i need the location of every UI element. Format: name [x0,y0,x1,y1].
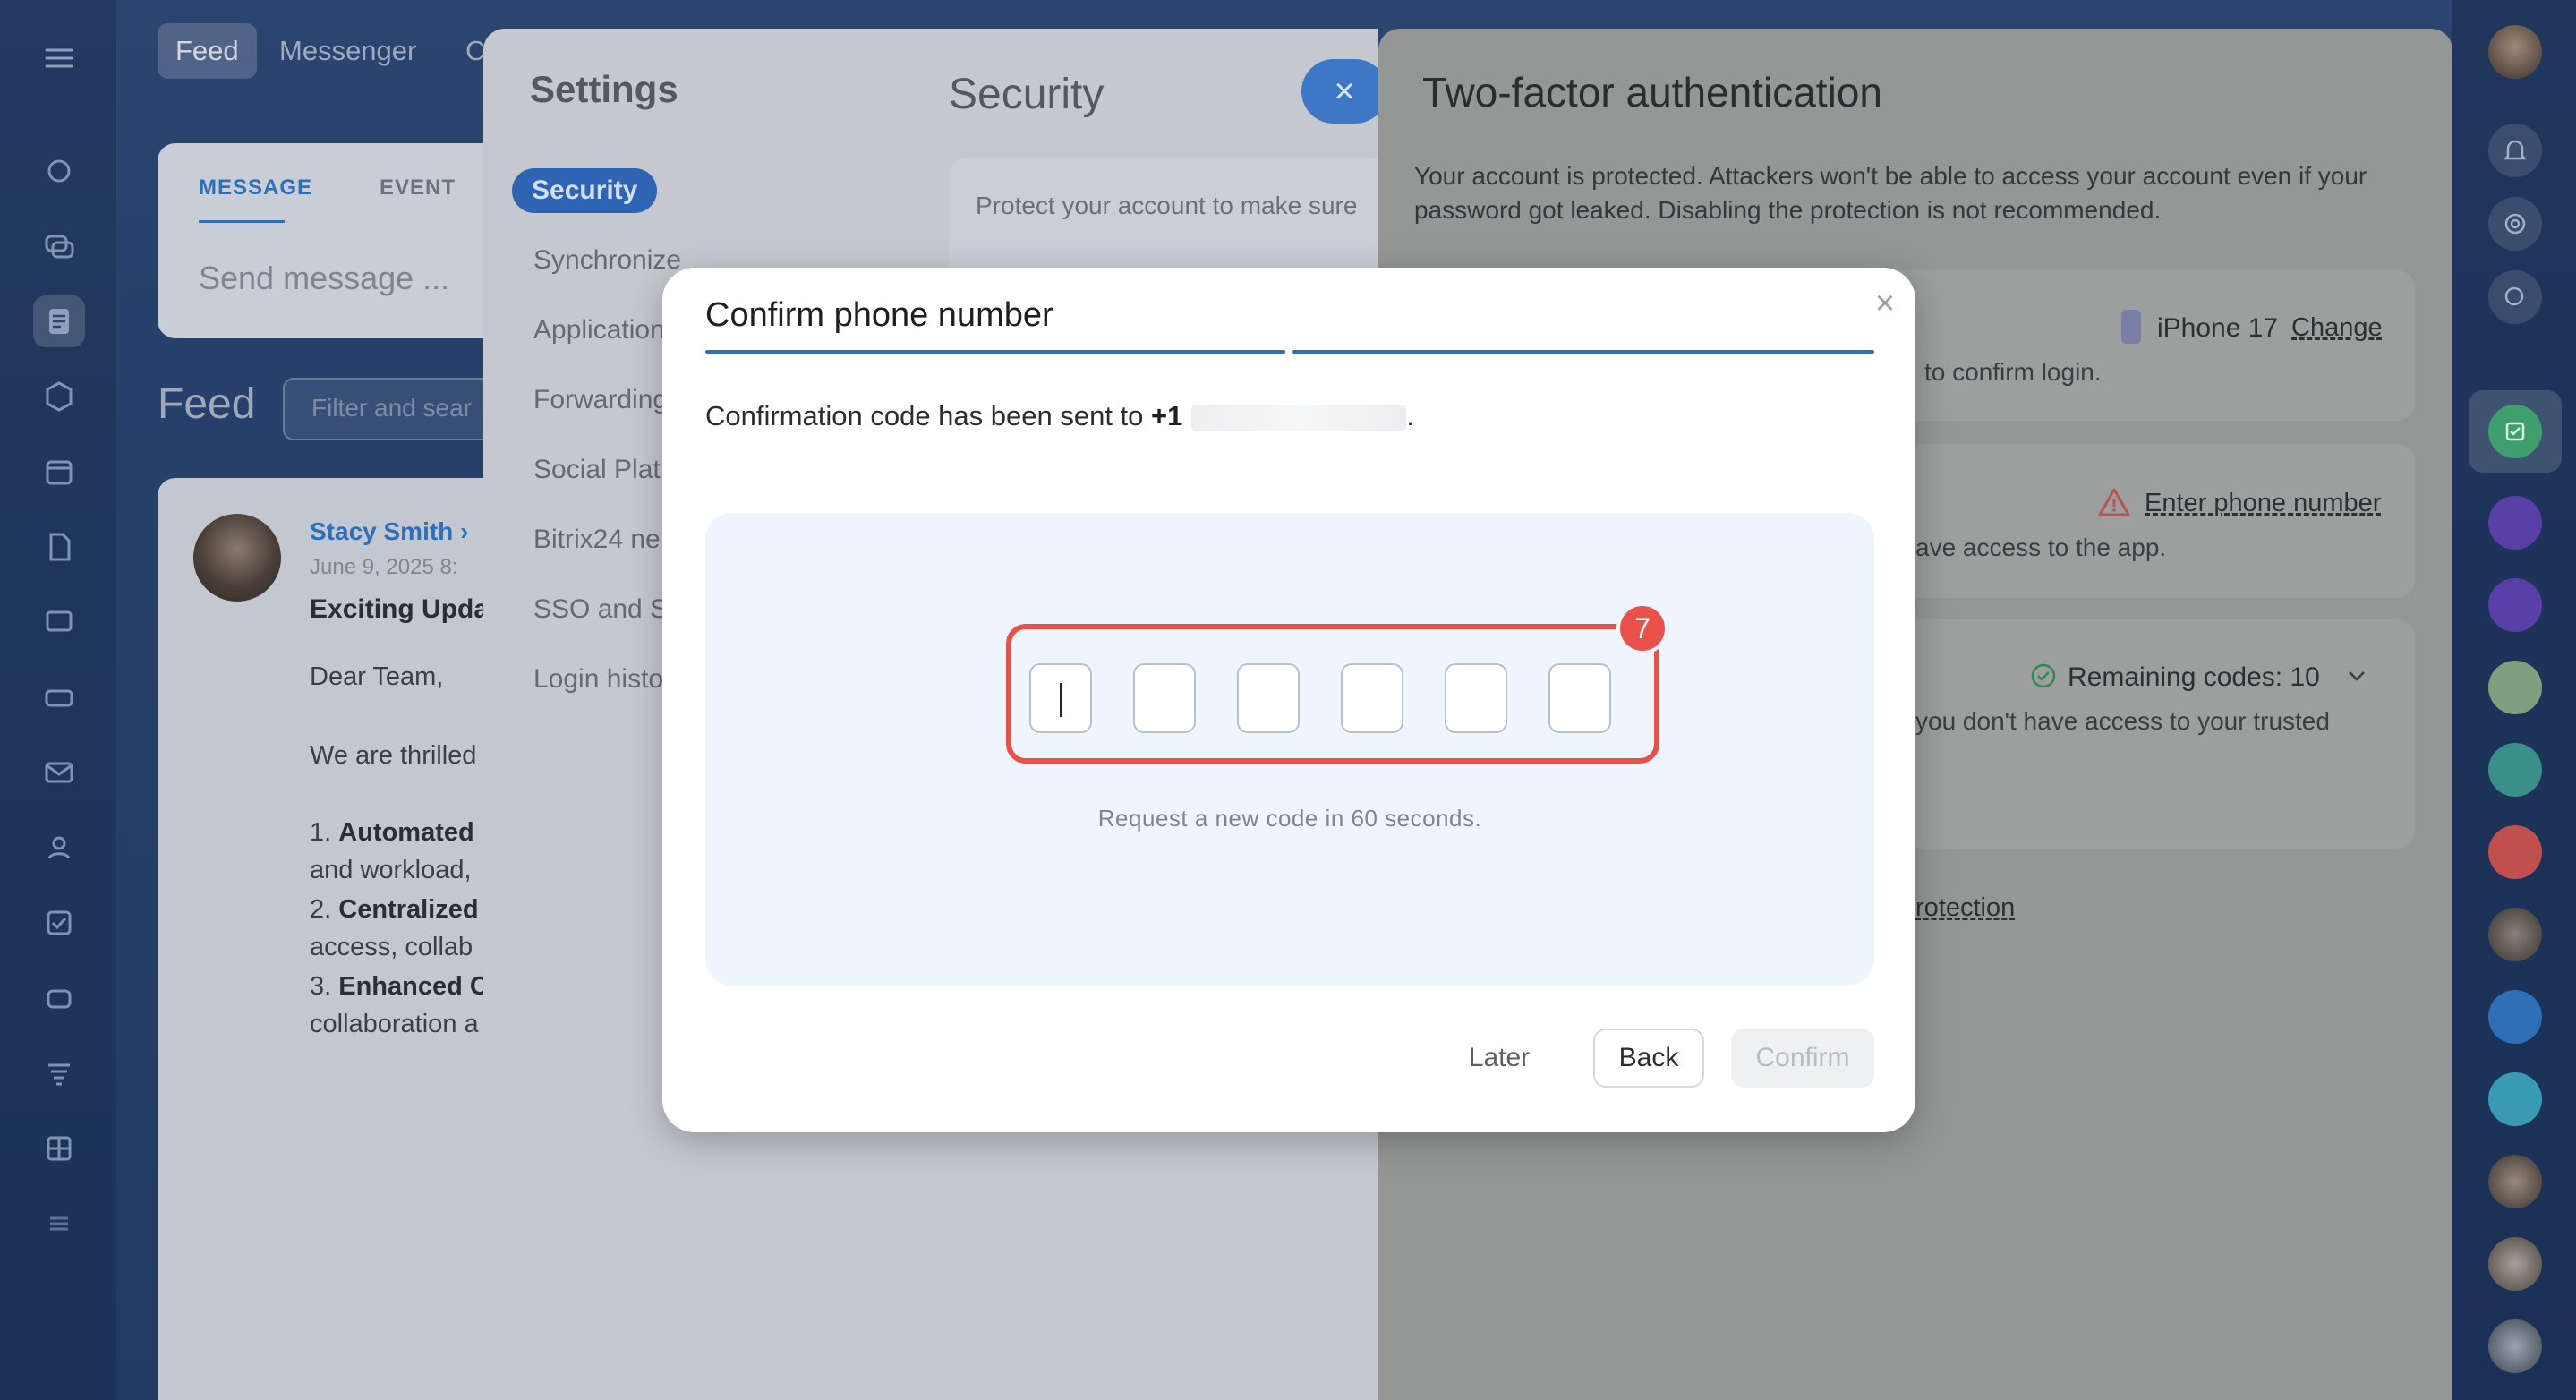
code-digit-2[interactable] [1133,663,1196,733]
step-indicator-2 [1292,350,1874,354]
close-icon: × [1874,284,1896,322]
step-badge: 7 [1616,602,1668,654]
masked-phone-number [1191,404,1407,431]
later-button[interactable]: Later [1450,1029,1548,1088]
dialog-close-button[interactable]: × [1867,284,1903,322]
confirm-phone-dialog: Confirm phone number × Confirmation code… [662,268,1915,1132]
text-cursor [1060,683,1062,717]
code-digit-1[interactable] [1029,663,1092,733]
step-indicator-1 [705,350,1285,354]
confirm-button[interactable]: Confirm [1731,1029,1874,1088]
code-entry-area: 7 Request a new code in 60 seconds. [705,513,1874,986]
confirmation-message: Confirmation code has been sent to +1. [705,400,1415,431]
code-digit-3[interactable] [1237,663,1300,733]
resend-timer-text: Request a new code in 60 seconds. [1097,805,1482,832]
back-button[interactable]: Back [1593,1029,1704,1088]
code-digit-4[interactable] [1341,663,1403,733]
dialog-title: Confirm phone number [705,296,1053,334]
code-digit-6[interactable] [1548,663,1611,733]
code-digit-5[interactable] [1445,663,1507,733]
